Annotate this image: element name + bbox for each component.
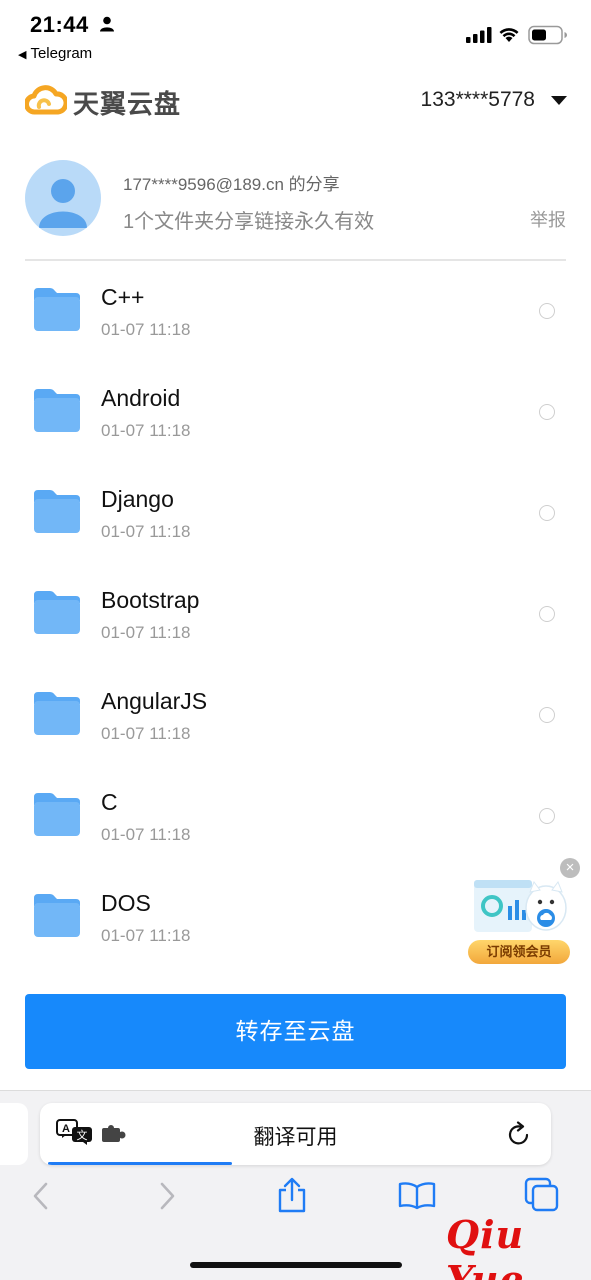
- back-to-telegram-link[interactable]: ◀ Telegram: [18, 45, 92, 62]
- save-to-cloud-button[interactable]: 转存至云盘: [25, 994, 566, 1069]
- list-item[interactable]: C 01-07 11:18: [0, 767, 591, 868]
- file-date: 01-07 11:18: [101, 825, 191, 844]
- folder-icon: [33, 488, 81, 539]
- file-date: 01-07 11:18: [101, 320, 191, 339]
- status-bar: 21:44 ◀ Telegram: [0, 0, 591, 70]
- share-description: 1个文件夹分享链接永久有效: [123, 211, 375, 233]
- list-item[interactable]: C++ 01-07 11:18: [0, 262, 591, 363]
- file-name: Android: [101, 385, 181, 411]
- address-text: 翻译可用: [253, 1126, 338, 1149]
- reload-icon[interactable]: [507, 1121, 531, 1152]
- file-date: 01-07 11:18: [101, 522, 191, 541]
- app-header: 天翼云盘 133****5778: [0, 78, 591, 128]
- watermark: Qiu Yue: [446, 1212, 525, 1280]
- list-item[interactable]: AngularJS 01-07 11:18: [0, 666, 591, 767]
- folder-icon: [33, 791, 81, 842]
- account-switcher[interactable]: 133****5778: [421, 88, 567, 112]
- select-radio[interactable]: [539, 606, 555, 622]
- membership-promo[interactable]: × 订阅领会员: [466, 858, 582, 968]
- promo-close-button[interactable]: ×: [560, 858, 580, 878]
- forward-icon[interactable]: [156, 1181, 178, 1216]
- select-radio[interactable]: [539, 404, 555, 420]
- folder-icon: [33, 589, 81, 640]
- brand-logo[interactable]: 天翼云盘: [24, 84, 182, 121]
- back-triangle-icon: ◀: [18, 49, 27, 61]
- file-name: Bootstrap: [101, 587, 200, 613]
- address-bar[interactable]: A文 翻译可用: [40, 1103, 551, 1165]
- list-item[interactable]: Django 01-07 11:18: [0, 464, 591, 565]
- bookmarks-icon[interactable]: [398, 1181, 436, 1216]
- status-time: 21:44: [30, 12, 89, 37]
- back-icon[interactable]: [30, 1181, 52, 1216]
- previous-tab-preview[interactable]: [0, 1103, 28, 1165]
- folder-icon: [33, 387, 81, 438]
- sharer-label: 177****9596@189.cn 的分享: [123, 175, 340, 194]
- file-name: DOS: [101, 890, 151, 916]
- wifi-icon: [498, 25, 520, 48]
- share-info: 177****9596@189.cn 的分享 1个文件夹分享链接永久有效 举报: [25, 160, 566, 260]
- cloud-logo-icon: [24, 85, 69, 120]
- back-app-label: Telegram: [30, 45, 93, 62]
- avatar: [25, 160, 101, 236]
- folder-icon: [33, 690, 81, 741]
- person-icon: [100, 16, 114, 37]
- caret-down-icon: [551, 95, 567, 105]
- battery-icon: [528, 25, 568, 50]
- select-radio[interactable]: [539, 707, 555, 723]
- select-radio[interactable]: [539, 808, 555, 824]
- file-name: AngularJS: [101, 688, 208, 714]
- file-name: C++: [101, 284, 145, 310]
- share-icon[interactable]: [276, 1177, 308, 1218]
- report-link[interactable]: 举报: [530, 206, 566, 232]
- file-date: 01-07 11:18: [101, 926, 191, 945]
- folder-icon: [33, 286, 81, 337]
- page-load-progress: [48, 1162, 232, 1165]
- list-item[interactable]: Bootstrap 01-07 11:18: [0, 565, 591, 666]
- account-number: 133****5778: [420, 88, 535, 111]
- select-radio[interactable]: [539, 505, 555, 521]
- promo-badge[interactable]: 订阅领会员: [468, 940, 570, 964]
- select-radio[interactable]: [539, 303, 555, 319]
- list-item[interactable]: Android 01-07 11:18: [0, 363, 591, 464]
- file-name: C: [101, 789, 118, 815]
- cellular-signal-icon: [466, 27, 492, 48]
- home-indicator[interactable]: [190, 1262, 402, 1268]
- file-name: Django: [101, 486, 174, 512]
- file-date: 01-07 11:18: [101, 623, 191, 642]
- brand-name: 天翼云盘: [73, 89, 182, 119]
- divider: [25, 259, 566, 261]
- file-date: 01-07 11:18: [101, 724, 191, 743]
- file-date: 01-07 11:18: [101, 421, 191, 440]
- folder-icon: [33, 892, 81, 943]
